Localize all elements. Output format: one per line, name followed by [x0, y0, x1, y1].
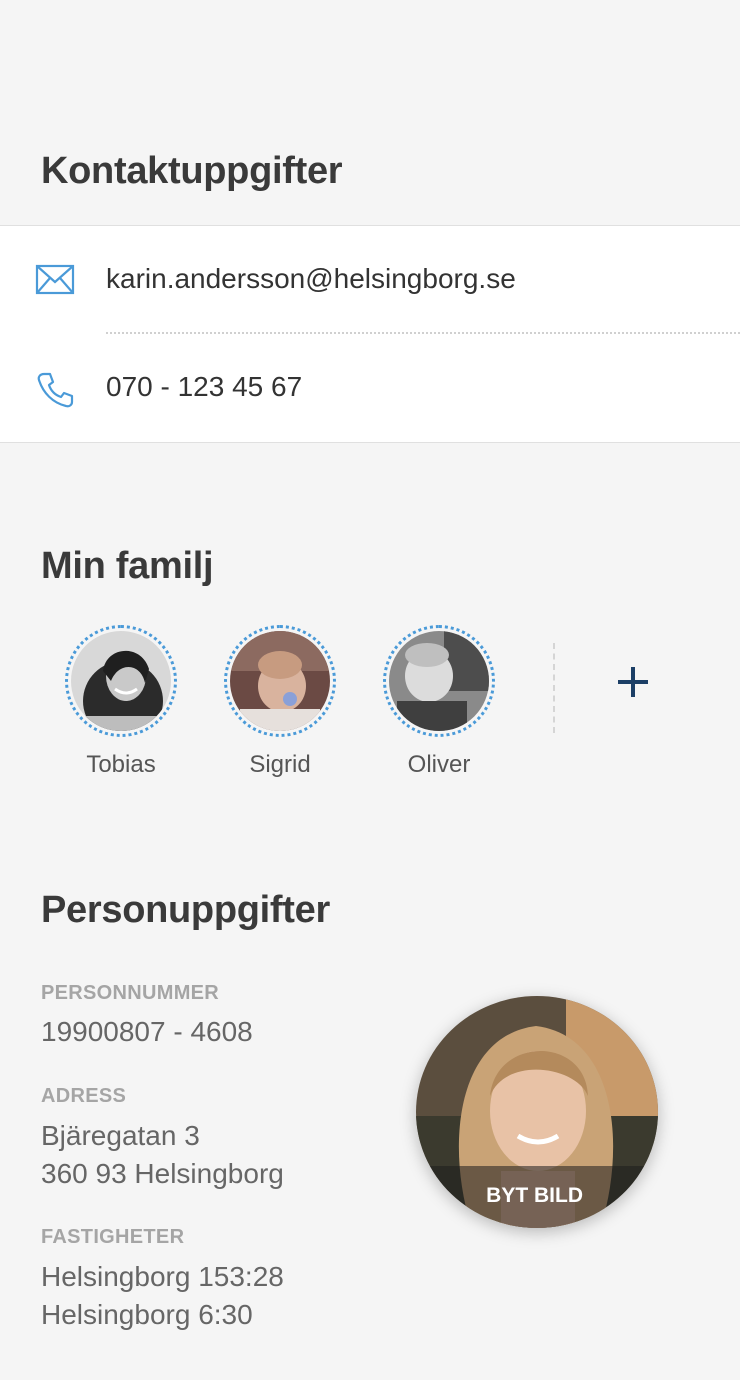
family-member-tobias[interactable]: Tobias — [61, 625, 181, 779]
personnummer-label: PERSONNUMMER — [41, 982, 220, 1004]
family-list: Tobias Sigrid Oliver — [0, 625, 740, 795]
avatar-ring — [224, 625, 336, 737]
personnummer-value: 19900807 - 4608 — [41, 1016, 253, 1047]
family-member-sigrid[interactable]: Sigrid — [220, 625, 340, 779]
family-divider — [553, 643, 555, 733]
family-section-title: Min familj — [41, 545, 214, 587]
address-label: ADRESS — [41, 1085, 127, 1107]
plus-icon[interactable] — [612, 661, 654, 703]
contact-card: karin.andersson@helsingborg.se 070 - 123… — [0, 225, 740, 443]
email-row[interactable]: karin.andersson@helsingborg.se — [0, 226, 740, 334]
family-member-name: Sigrid — [249, 751, 311, 778]
personal-section-title: Personuppgifter — [41, 889, 330, 931]
family-member-name: Tobias — [86, 751, 156, 778]
profile-photo[interactable]: BYT BILD — [416, 996, 658, 1228]
phone-icon — [37, 372, 74, 408]
address-line2: 360 93 Helsingborg — [41, 1158, 284, 1189]
change-photo-button[interactable]: BYT BILD — [416, 1166, 658, 1228]
family-member-name: Oliver — [407, 751, 471, 778]
contact-section-title: Kontaktuppgifter — [41, 150, 343, 192]
email-value[interactable]: karin.andersson@helsingborg.se — [106, 263, 516, 295]
avatar — [389, 631, 489, 731]
avatar — [71, 631, 171, 731]
avatar-ring — [383, 625, 495, 737]
properties-label: FASTIGHETER — [41, 1226, 185, 1248]
address-line1: Bjäregatan 3 — [41, 1120, 200, 1151]
phone-value[interactable]: 070 - 123 45 67 — [106, 371, 302, 403]
avatar-ring — [65, 625, 177, 737]
phone-row[interactable]: 070 - 123 45 67 — [0, 334, 740, 442]
family-member-oliver[interactable]: Oliver — [379, 625, 499, 779]
property-1: Helsingborg 153:28 — [41, 1261, 284, 1292]
envelope-icon — [35, 264, 75, 295]
avatar — [230, 631, 330, 731]
property-2: Helsingborg 6:30 — [41, 1299, 253, 1330]
